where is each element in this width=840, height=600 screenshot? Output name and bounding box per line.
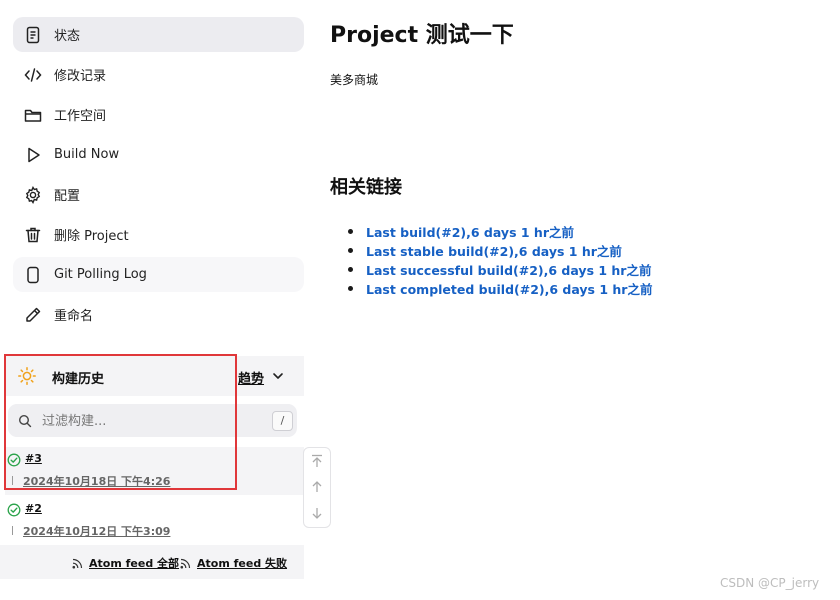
timeline-divider: [12, 476, 13, 485]
atom-feed-failed-link[interactable]: Atom feed 失败: [180, 555, 287, 571]
trash-icon: [13, 226, 53, 244]
filter-builds-box: /: [8, 404, 297, 437]
sidebar-item-build-now[interactable]: Build Now: [13, 137, 304, 172]
related-links-heading: 相关链接: [330, 177, 402, 198]
success-check-icon: [7, 503, 21, 517]
sidebar-item-label: 配置: [54, 189, 81, 204]
sidebar-item-label: 状态: [54, 29, 81, 44]
sidebar-item-changes[interactable]: 修改记录: [13, 57, 304, 92]
timeline-divider: [12, 526, 13, 535]
atom-feed-failed-label: Atom feed 失败: [197, 557, 288, 570]
sidebar-item-label: 删除 Project: [54, 229, 129, 244]
rss-icon: [180, 558, 191, 568]
sidebar-item-label: Git Polling Log: [54, 267, 147, 282]
sidebar-item-delete-project[interactable]: 删除 Project: [13, 217, 304, 252]
folder-icon: [13, 106, 53, 124]
atom-feeds-bar: Atom feed 全部 Atom feed 失败: [0, 545, 304, 579]
trend-link[interactable]: 趋势: [238, 368, 264, 387]
sidebar-item-rename[interactable]: 重命名: [13, 297, 304, 332]
build-row[interactable]: #2 2024年10月12日 下午3:09: [5, 497, 304, 545]
page-title: Project 测试一下: [330, 23, 514, 48]
build-history-title: 构建历史: [52, 372, 105, 387]
atom-feed-all-label: Atom feed 全部: [89, 557, 180, 570]
history-scroll-controls: [303, 447, 331, 528]
chevron-down-icon[interactable]: [271, 369, 285, 383]
sidebar-item-label: 工作空间: [54, 109, 107, 124]
watermark: CSDN @CP_jerry: [720, 576, 820, 590]
build-date-link[interactable]: 2024年10月12日 下午3:09: [23, 523, 170, 539]
code-icon: [13, 66, 53, 84]
build-row[interactable]: #3 2024年10月18日 下午4:26: [5, 447, 304, 495]
last-successful-build-link[interactable]: Last successful build(#2),6 days 1 hr之前: [348, 260, 652, 279]
sun-icon: [18, 367, 36, 385]
file-icon: [13, 266, 53, 284]
scroll-to-top-icon[interactable]: [309, 453, 325, 469]
rss-icon: [72, 558, 83, 568]
build-history-panel: 构建历史 趋势 / #3 2024年10月18日 下午4:26: [5, 356, 304, 576]
build-history-header: 构建历史 趋势: [5, 356, 304, 396]
last-completed-build-link[interactable]: Last completed build(#2),6 days 1 hr之前: [348, 279, 652, 298]
sidebar-item-workspace[interactable]: 工作空间: [13, 97, 304, 132]
arrow-down-icon[interactable]: [309, 505, 325, 521]
build-number-link[interactable]: #3: [25, 452, 42, 465]
document-icon: [13, 26, 53, 44]
sidebar-item-git-polling-log[interactable]: Git Polling Log: [13, 257, 304, 292]
sidebar-item-label: 重命名: [54, 309, 94, 324]
success-check-icon: [7, 453, 21, 467]
build-date-link[interactable]: 2024年10月18日 下午4:26: [23, 473, 170, 489]
pencil-icon: [13, 306, 53, 324]
build-number-link[interactable]: #2: [25, 502, 42, 515]
atom-feed-all-link[interactable]: Atom feed 全部: [72, 555, 179, 571]
keyboard-shortcut-hint: /: [272, 411, 293, 431]
search-icon: [18, 414, 32, 428]
last-stable-build-link[interactable]: Last stable build(#2),6 days 1 hr之前: [348, 241, 652, 260]
sidebar-item-label: 修改记录: [54, 69, 107, 84]
sidebar: 状态 修改记录 工作空间 Build Now 配置 删除 Project Git…: [0, 0, 331, 600]
related-links-list: Last build(#2),6 days 1 hr之前 Last stable…: [348, 222, 652, 298]
sidebar-item-status[interactable]: 状态: [13, 17, 304, 52]
play-icon: [13, 146, 53, 164]
last-build-link[interactable]: Last build(#2),6 days 1 hr之前: [348, 222, 652, 241]
project-description: 美多商城: [330, 73, 379, 87]
arrow-up-icon[interactable]: [309, 479, 325, 495]
sidebar-item-label: Build Now: [54, 147, 120, 162]
gear-icon: [13, 185, 53, 204]
filter-builds-input[interactable]: [40, 410, 244, 432]
sidebar-item-configure[interactable]: 配置: [13, 177, 304, 212]
